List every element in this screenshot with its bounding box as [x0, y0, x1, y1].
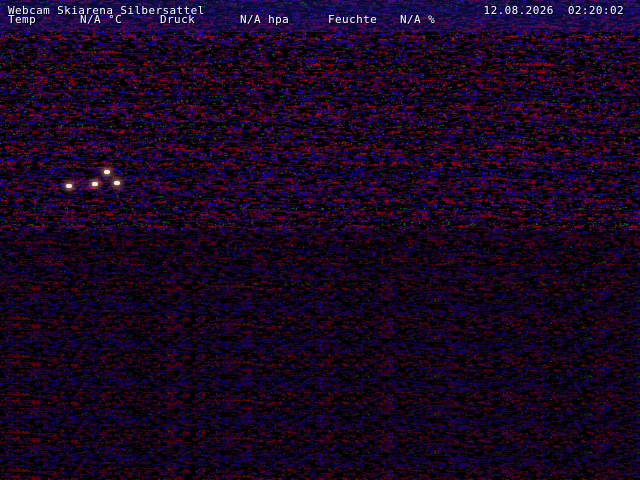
- night-light-2: [92, 182, 98, 186]
- webcam-noise-image: [0, 0, 640, 480]
- timestamp: 12.08.2026 02:20:02: [483, 4, 624, 17]
- temperature-label: Temp: [8, 13, 37, 26]
- pressure-label: Druck: [160, 13, 196, 26]
- night-light-1: [66, 184, 72, 188]
- humidity-value: N/A %: [400, 13, 436, 26]
- night-light-3: [104, 170, 110, 174]
- webcam-frame: Webcam Skiarena Silbersattel 12.08.2026 …: [0, 0, 640, 480]
- temperature-value: N/A °C: [80, 13, 123, 26]
- humidity-label: Feuchte: [328, 13, 378, 26]
- night-light-4: [114, 181, 120, 185]
- pressure-value: N/A hpa: [240, 13, 290, 26]
